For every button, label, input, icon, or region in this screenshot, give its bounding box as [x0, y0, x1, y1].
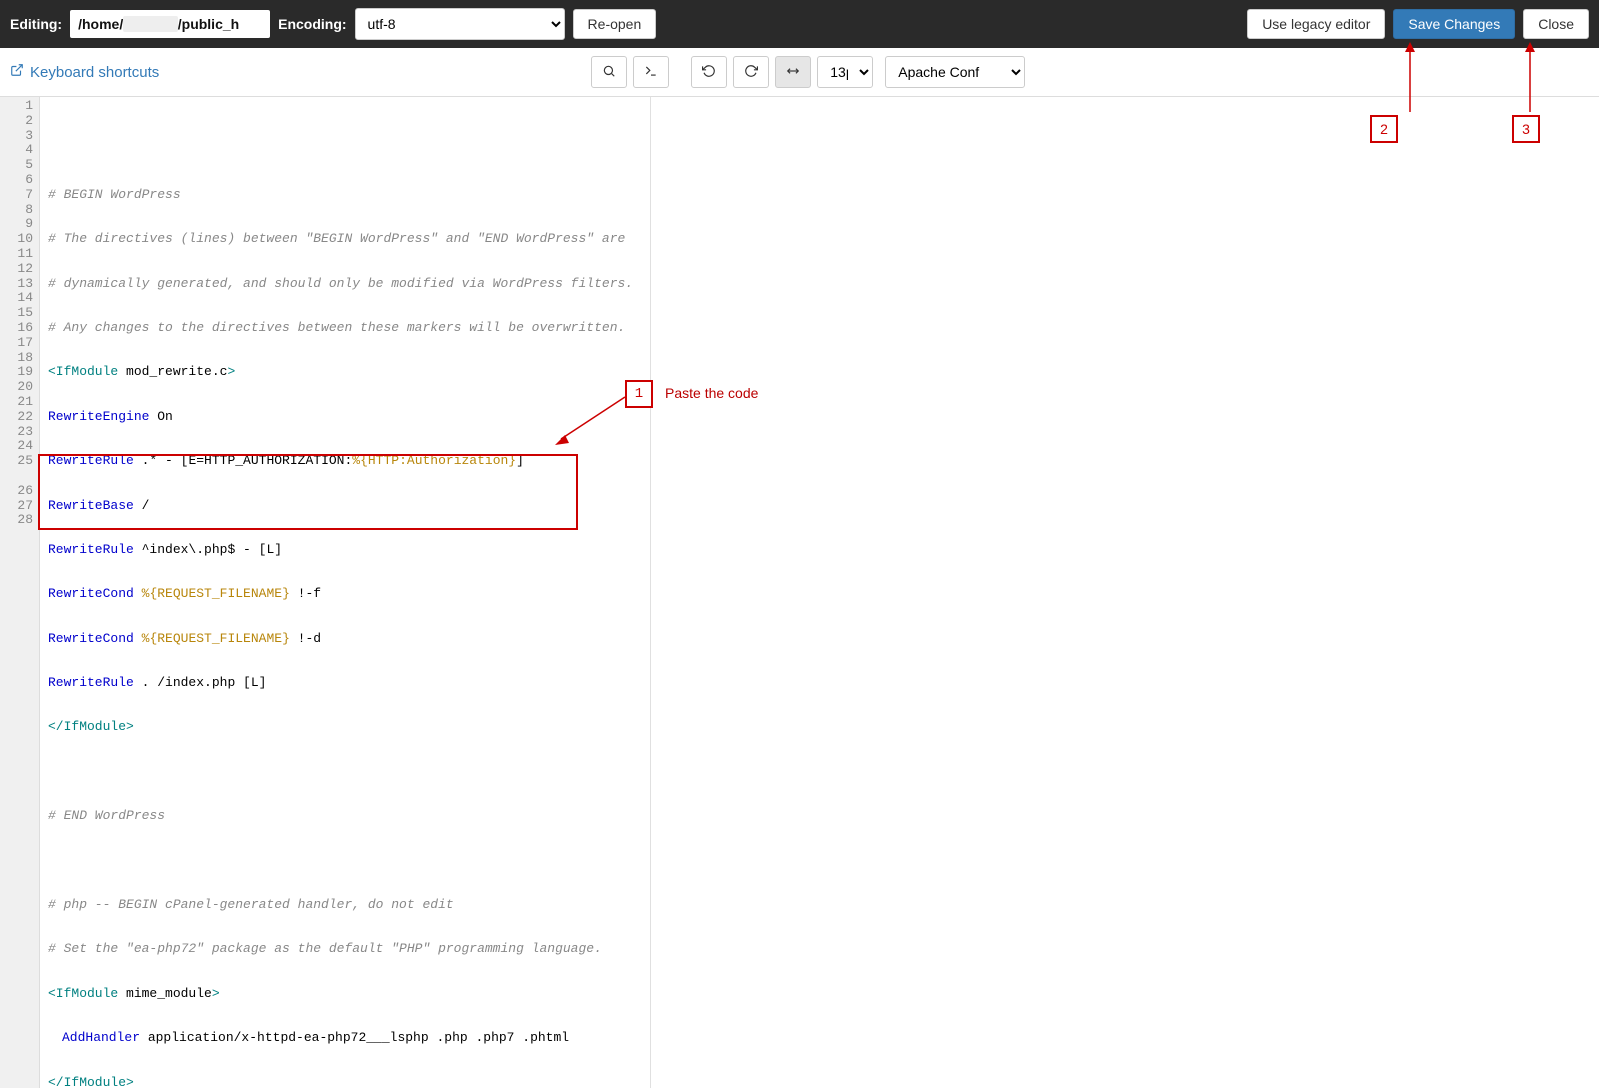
undo-button[interactable] [691, 56, 727, 88]
terminal-button[interactable] [633, 56, 669, 88]
external-link-icon [10, 63, 24, 81]
code-content[interactable]: # BEGIN WordPress # The directives (line… [40, 97, 1599, 1088]
wrap-icon [785, 64, 801, 81]
editor-toolbar: Keyboard shortcuts 13px Apache Conf [0, 48, 1599, 97]
font-size-select[interactable]: 13px [817, 56, 873, 88]
search-icon [602, 64, 616, 81]
editing-label: Editing: [10, 16, 62, 32]
path-redacted: xxxxxxx [123, 16, 178, 32]
keyboard-shortcuts-link[interactable]: Keyboard shortcuts [10, 63, 159, 81]
legacy-editor-button[interactable]: Use legacy editor [1247, 9, 1385, 39]
terminal-icon [643, 64, 659, 81]
keyboard-shortcuts-label: Keyboard shortcuts [30, 64, 159, 81]
syntax-select[interactable]: Apache Conf [885, 56, 1025, 88]
redo-button[interactable] [733, 56, 769, 88]
search-button[interactable] [591, 56, 627, 88]
path-suffix: /public_h [178, 16, 239, 32]
top-bar: Editing: /home/xxxxxxx/public_h Encoding… [0, 0, 1599, 48]
line-number-gutter: 1234567891011121314151617181920212223242… [0, 97, 40, 1088]
save-changes-button[interactable]: Save Changes [1393, 9, 1515, 39]
code-editor[interactable]: 1234567891011121314151617181920212223242… [0, 97, 1599, 1088]
redo-icon [744, 64, 758, 81]
file-path-input-wrap[interactable]: /home/xxxxxxx/public_h [70, 10, 270, 38]
wrap-button[interactable] [775, 56, 811, 88]
undo-icon [702, 64, 716, 81]
encoding-label: Encoding: [278, 16, 346, 32]
reopen-button[interactable]: Re-open [573, 9, 657, 39]
close-button[interactable]: Close [1523, 9, 1589, 39]
encoding-select[interactable]: utf-8 [355, 8, 565, 40]
path-prefix: /home/ [78, 16, 123, 32]
